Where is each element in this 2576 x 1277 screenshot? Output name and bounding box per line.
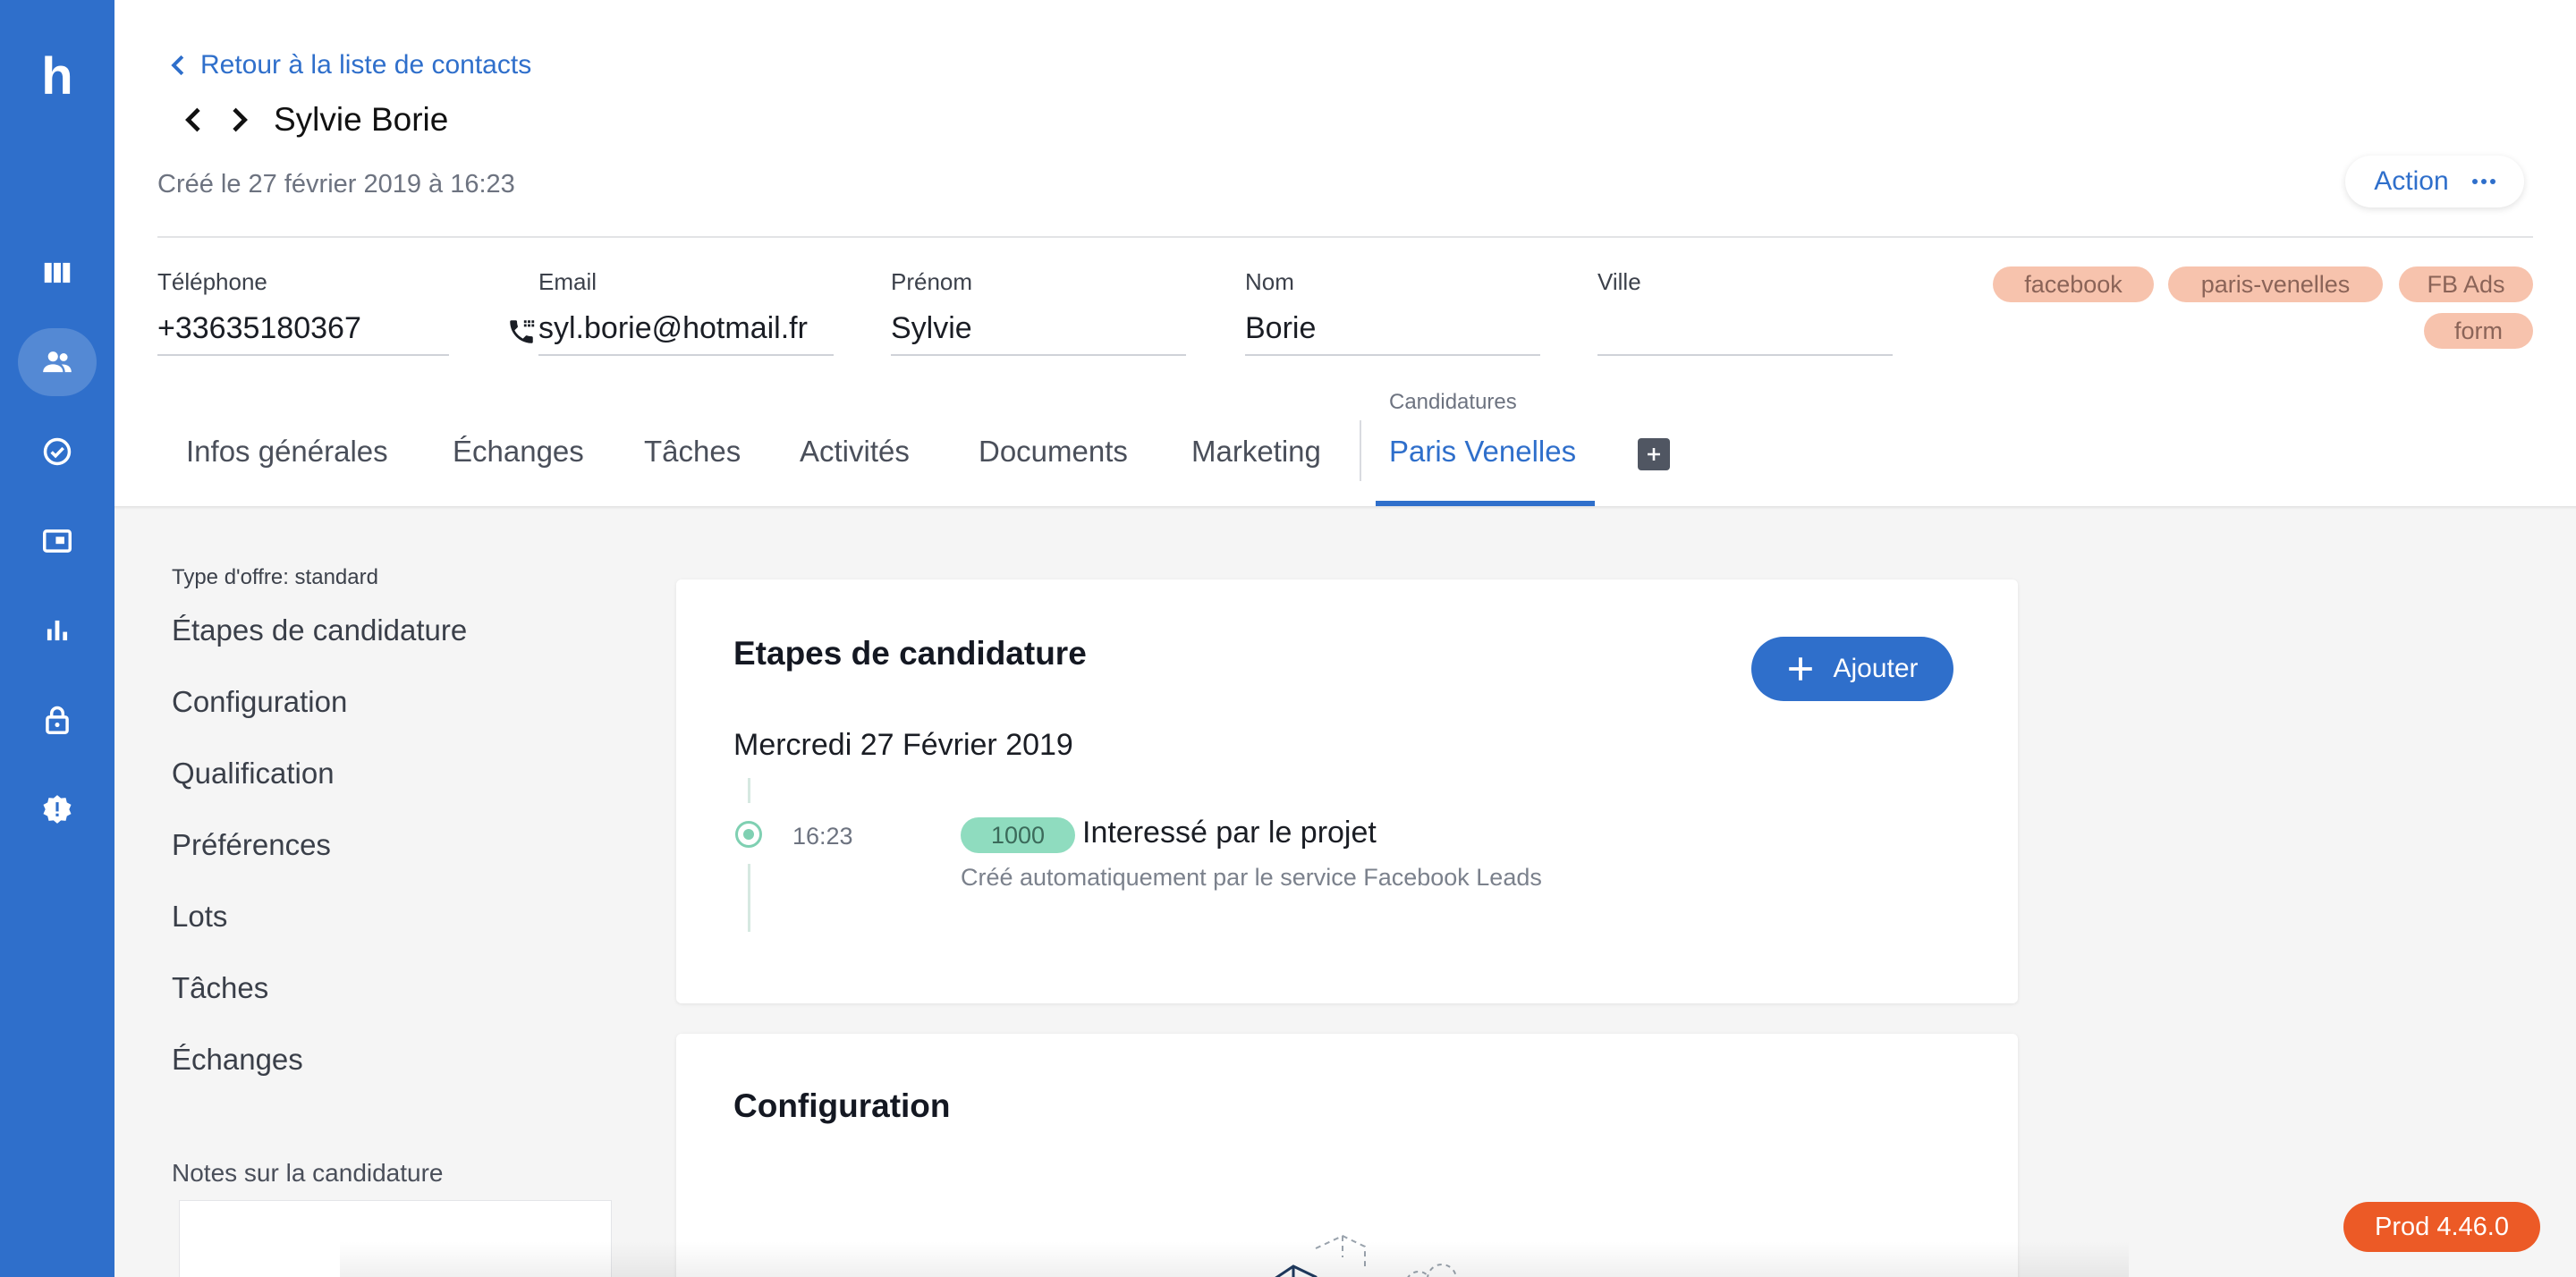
tab-infos-generales[interactable]: Infos générales	[186, 435, 388, 469]
phone-field: Téléphone +33635180367	[157, 268, 535, 356]
board-icon[interactable]	[36, 251, 79, 294]
menu-taches[interactable]: Tâches	[172, 971, 268, 1005]
menu-configuration[interactable]: Configuration	[172, 685, 347, 719]
action-label: Action	[2374, 166, 2449, 196]
contact-name: Sylvie Borie	[274, 101, 449, 138]
check-circle-icon[interactable]	[36, 430, 79, 473]
steps-card: Etapes de candidature Ajouter Mercredi 2…	[676, 579, 2018, 1003]
menu-qualification[interactable]: Qualification	[172, 757, 335, 791]
alert-badge-icon[interactable]	[36, 788, 79, 831]
timeline-line-top	[748, 778, 750, 803]
tag-form[interactable]: form	[2424, 313, 2533, 349]
sidebar: h	[0, 0, 114, 1277]
firstname-input[interactable]: Sylvie	[891, 309, 1186, 356]
lastname-field: Nom Borie	[1245, 268, 1540, 356]
header-shadow	[114, 506, 2576, 510]
tab-echanges[interactable]: Échanges	[453, 435, 584, 469]
tab-separator	[1360, 420, 1361, 481]
phone-label: Téléphone	[157, 268, 267, 295]
plus-icon	[1648, 448, 1660, 461]
tab-paris-venelles[interactable]: Paris Venelles	[1389, 435, 1576, 469]
contact-header: Retour à la liste de contacts Sylvie Bor…	[114, 0, 2576, 506]
tag-fb-ads[interactable]: FB Ads	[2399, 266, 2533, 302]
step-score-badge: 1000	[961, 817, 1075, 853]
firstname-label: Prénom	[891, 268, 973, 295]
tab-taches[interactable]: Tâches	[644, 435, 741, 469]
bar-chart-icon[interactable]	[36, 609, 79, 652]
back-link-label: Retour à la liste de contacts	[200, 50, 532, 80]
lock-icon[interactable]	[36, 698, 79, 741]
step-date-heading: Mercredi 27 Février 2019	[733, 728, 1073, 762]
contact-title-row: Sylvie Borie	[172, 100, 448, 140]
step-title: Interessé par le projet	[1082, 816, 1377, 850]
notes-textarea[interactable]	[179, 1200, 612, 1277]
email-field: Email syl.borie@hotmail.fr	[538, 268, 834, 356]
tab-marketing[interactable]: Marketing	[1191, 435, 1321, 469]
step-time: 16:23	[792, 823, 853, 850]
tab-activites[interactable]: Activités	[800, 435, 910, 469]
steps-card-title: Etapes de candidature	[733, 635, 1087, 672]
notes-label: Notes sur la candidature	[172, 1159, 444, 1187]
phone-call-icon[interactable]	[506, 317, 537, 347]
menu-echanges[interactable]: Échanges	[172, 1043, 303, 1077]
more-dots-icon	[2471, 179, 2496, 184]
menu-lots[interactable]: Lots	[172, 900, 227, 934]
chevron-left-icon	[185, 107, 200, 132]
version-badge: Prod 4.46.0	[2343, 1202, 2540, 1252]
action-button[interactable]: Action	[2345, 156, 2524, 207]
timeline-dot-icon	[735, 821, 762, 848]
plus-icon	[1789, 657, 1813, 681]
lastname-input[interactable]: Borie	[1245, 309, 1540, 356]
configuration-card-title: Configuration	[733, 1087, 951, 1124]
created-date: Créé le 27 février 2019 à 16:23	[157, 170, 515, 199]
city-input[interactable]	[1597, 309, 1893, 356]
app-logo[interactable]: h	[36, 51, 79, 103]
configuration-card: Configuration	[676, 1034, 2018, 1277]
contacts-icon[interactable]	[18, 328, 97, 396]
add-candidature-button[interactable]	[1638, 438, 1670, 470]
menu-preferences[interactable]: Préférences	[172, 828, 331, 862]
lastname-label: Nom	[1245, 268, 1294, 295]
previous-contact-button[interactable]	[172, 100, 216, 140]
chevron-left-icon	[171, 55, 184, 76]
tab-documents[interactable]: Documents	[979, 435, 1128, 469]
timeline-line-bottom	[748, 864, 750, 932]
add-step-label: Ajouter	[1833, 654, 1919, 683]
add-step-button[interactable]: Ajouter	[1751, 637, 1953, 701]
email-input[interactable]: syl.borie@hotmail.fr	[538, 309, 834, 356]
empty-state-illustration	[1275, 1234, 1457, 1277]
firstname-field: Prénom Sylvie	[891, 268, 1186, 356]
tag-paris-venelles[interactable]: paris-venelles	[2168, 266, 2383, 302]
email-label: Email	[538, 268, 597, 295]
next-contact-button[interactable]	[216, 100, 261, 140]
card-icon[interactable]	[36, 520, 79, 562]
menu-etapes[interactable]: Étapes de candidature	[172, 613, 467, 647]
header-divider	[157, 236, 2533, 238]
phone-input[interactable]: +33635180367	[157, 309, 449, 356]
candidature-menu: Type d'offre: standard Étapes de candida…	[172, 565, 467, 1076]
chevron-right-icon	[233, 107, 248, 132]
offer-type: Type d'offre: standard	[172, 565, 378, 589]
candidatures-label: Candidatures	[1389, 390, 1517, 414]
city-field: Ville	[1597, 268, 1893, 356]
back-to-contacts-link[interactable]: Retour à la liste de contacts	[168, 50, 531, 80]
step-subtitle: Créé automatiquement par le service Face…	[961, 864, 1542, 891]
tag-facebook[interactable]: facebook	[1993, 266, 2154, 302]
city-label: Ville	[1597, 268, 1641, 295]
